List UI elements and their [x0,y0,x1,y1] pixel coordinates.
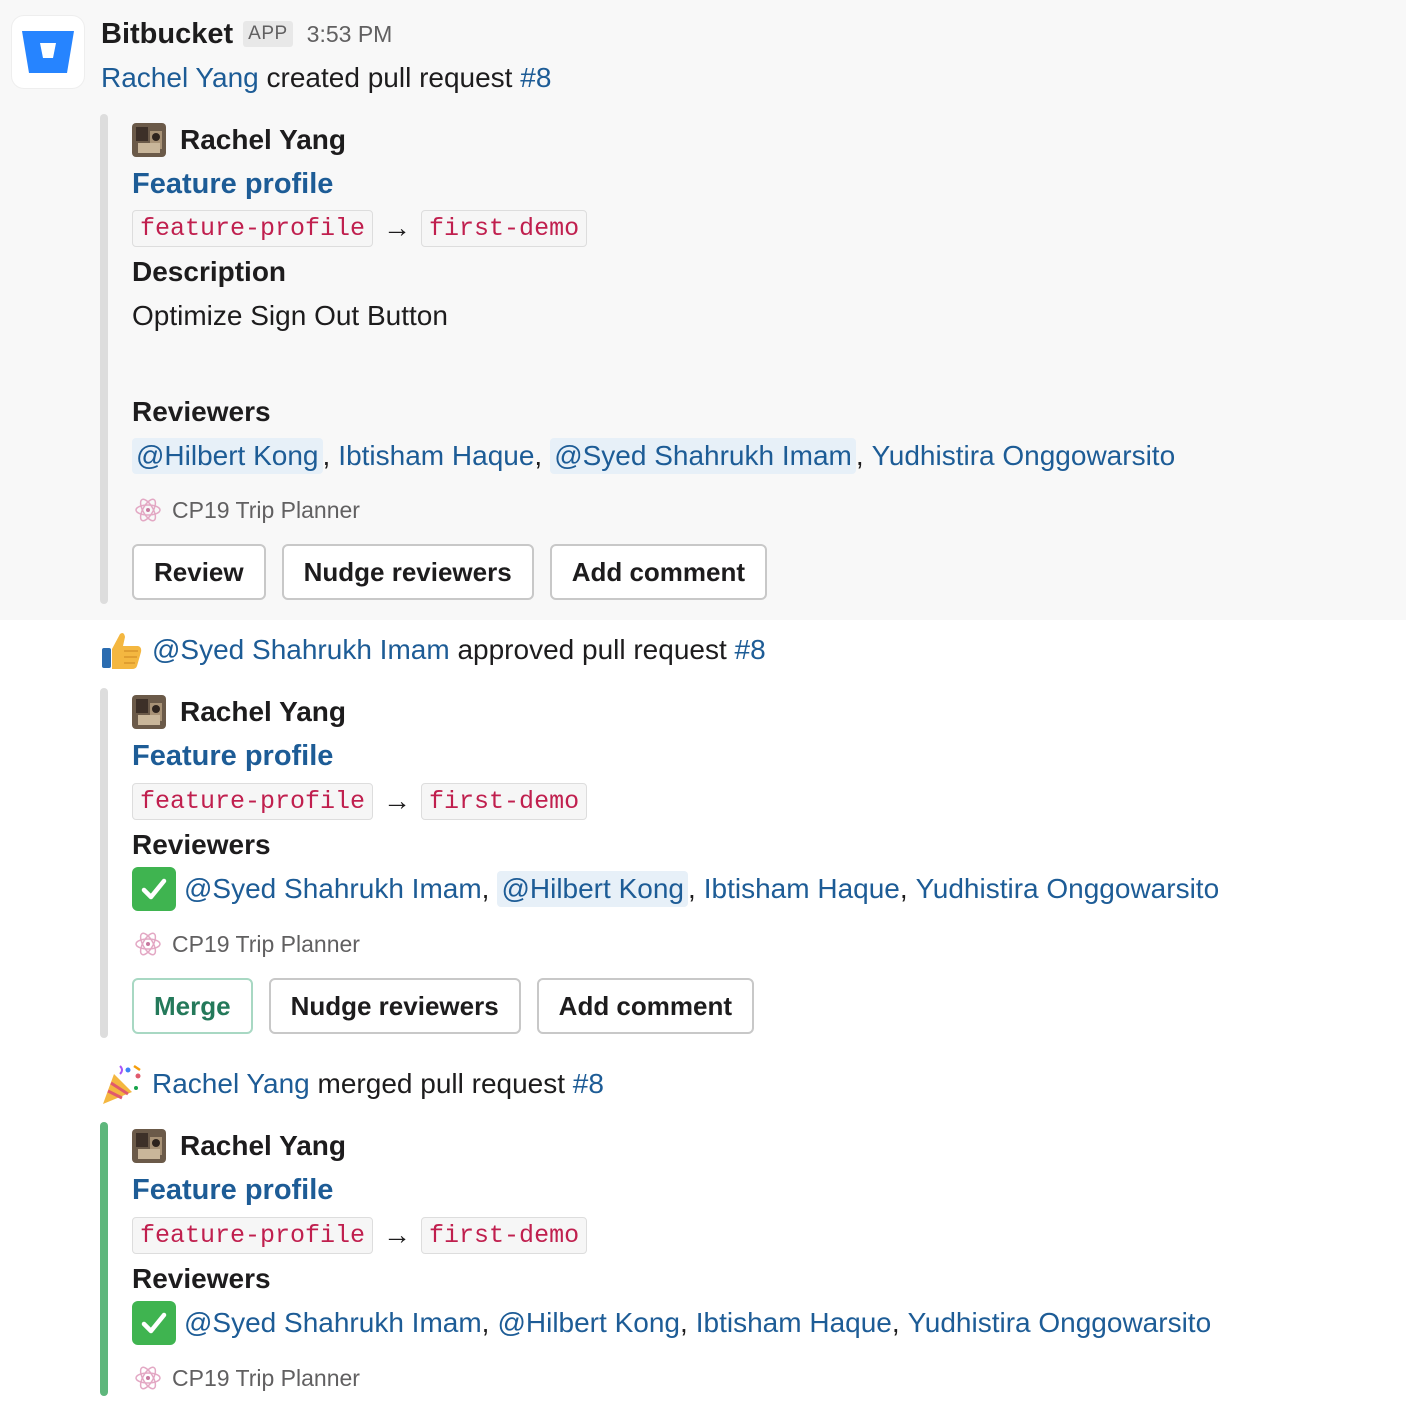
reviewers-label-row: Reviewers [132,825,271,865]
check-mark-icon [132,867,176,911]
pr-title-link[interactable]: Feature profile [132,740,333,773]
author-name[interactable]: Rachel Yang [180,696,346,728]
reviewers-list: @Hilbert Kong, Ibtisham Haque, @Syed Sha… [132,436,1175,476]
atom-icon [132,494,164,526]
attachment-bar-merged [100,1122,108,1396]
repo-footer: CP19 Trip Planner [132,1362,360,1394]
description-label: Description [132,256,287,287]
arrow-icon: → [383,212,412,243]
repo-name: CP19 Trip Planner [172,1364,360,1391]
reviewers-label-row: Reviewers [132,392,271,432]
reviewer-mention[interactable]: @Syed Shahrukh Imam [550,438,856,474]
event-action: merged pull request [317,1068,566,1099]
pr-card-approved: Rachel Yang Feature profile feature-prof… [100,688,1380,1038]
event-actor[interactable]: Rachel Yang [152,1068,310,1100]
bitbucket-avatar[interactable] [12,16,84,88]
author-avatar[interactable] [132,123,166,157]
check-mark-icon [132,1301,176,1345]
reviewer-mention[interactable]: @Hilbert Kong [497,1307,680,1339]
target-branch: first-demo [421,209,588,247]
sender-name[interactable]: Bitbucket [101,18,233,51]
target-branch: first-demo [421,1216,588,1254]
add-comment-button[interactable]: Add comment [549,544,768,600]
branch-row: feature-profile → first-demo [132,208,588,248]
event-merged: Rachel Yang merged pull request #8 [100,1064,604,1104]
source-branch: feature-profile [132,1216,374,1254]
message-header: Bitbucket APP 3:53 PM [101,16,392,52]
author-avatar[interactable] [132,695,166,729]
attachment-bar [100,114,108,604]
event-action: created pull request [266,62,513,93]
reviewer-mention[interactable]: @Syed Shahrukh Imam [184,873,482,905]
author-name[interactable]: Rachel Yang [180,1130,346,1162]
card-author: Rachel Yang [132,1126,346,1166]
event-pr-link[interactable]: #8 [520,62,551,94]
reviewers-list: @Syed Shahrukh Imam, @Hilbert Kong, Ibti… [132,866,1219,912]
action-buttons: Merge Nudge reviewers Add comment [132,978,755,1034]
reviewer-link[interactable]: Yudhistira Onggowarsito [916,873,1220,905]
nudge-reviewers-button[interactable]: Nudge reviewers [268,978,521,1034]
atom-icon [132,1362,164,1394]
card-title-row: Feature profile [132,1170,333,1210]
reviewer-link[interactable]: Ibtisham Haque [704,873,900,905]
reviewer-link[interactable]: Ibtisham Haque [338,440,534,472]
merge-button[interactable]: Merge [132,978,253,1034]
pr-title-link[interactable]: Feature profile [132,168,333,201]
event-actor[interactable]: @Syed Shahrukh Imam [152,634,450,666]
arrow-icon: → [383,785,412,816]
source-branch: feature-profile [132,209,374,247]
reviewer-link[interactable]: Yudhistira Onggowarsito [908,1307,1212,1339]
event-actor[interactable]: Rachel Yang [101,62,259,94]
pr-card-created: Rachel Yang Feature profile feature-prof… [100,114,1380,604]
arrow-icon: → [383,1219,412,1250]
card-author: Rachel Yang [132,120,346,160]
reviewer-mention[interactable]: @Hilbert Kong [497,871,688,907]
pr-title-link[interactable]: Feature profile [132,1174,333,1207]
event-pr-link[interactable]: #8 [573,1068,604,1100]
thumbs-up-icon [100,628,144,672]
message-timestamp[interactable]: 3:53 PM [307,21,393,48]
reviewer-mention[interactable]: @Syed Shahrukh Imam [184,1307,482,1339]
pr-card-merged: Rachel Yang Feature profile feature-prof… [100,1122,1380,1396]
repo-name: CP19 Trip Planner [172,930,360,957]
branch-row: feature-profile → first-demo [132,781,588,821]
add-comment-button[interactable]: Add comment [536,978,755,1034]
reviewers-label-row: Reviewers [132,1259,271,1299]
reviewers-label: Reviewers [132,829,271,860]
reviewers-label: Reviewers [132,396,271,427]
description-label-row: Description [132,252,286,292]
target-branch: first-demo [421,782,588,820]
bitbucket-logo-icon [22,31,74,73]
party-popper-icon [100,1062,144,1106]
attachment-bar [100,688,108,1038]
description-row: Optimize Sign Out Button [132,296,448,336]
card-author: Rachel Yang [132,692,346,732]
author-avatar[interactable] [132,1129,166,1163]
app-badge: APP [243,21,293,47]
repo-footer: CP19 Trip Planner [132,928,360,960]
event-pr-link[interactable]: #8 [735,634,766,666]
reviewers-label: Reviewers [132,1263,271,1294]
action-buttons: Review Nudge reviewers Add comment [132,544,768,600]
branch-row: feature-profile → first-demo [132,1215,588,1255]
reviewer-link[interactable]: Ibtisham Haque [696,1307,892,1339]
reviewers-list: @Syed Shahrukh Imam, @Hilbert Kong, Ibti… [132,1300,1211,1346]
reviewer-link[interactable]: Yudhistira Onggowarsito [872,440,1176,472]
event-created: Rachel Yang created pull request #8 [101,58,551,98]
review-button[interactable]: Review [132,544,266,600]
reviewer-mention[interactable]: @Hilbert Kong [132,438,323,474]
atom-icon [132,928,164,960]
nudge-reviewers-button[interactable]: Nudge reviewers [281,544,534,600]
source-branch: feature-profile [132,782,374,820]
event-approved: @Syed Shahrukh Imam approved pull reques… [100,630,766,670]
card-title-row: Feature profile [132,736,333,776]
event-action: approved pull request [457,634,727,665]
author-name[interactable]: Rachel Yang [180,124,346,156]
description-text: Optimize Sign Out Button [132,300,448,331]
card-title-row: Feature profile [132,164,333,204]
repo-footer: CP19 Trip Planner [132,494,360,526]
repo-name: CP19 Trip Planner [172,496,360,523]
